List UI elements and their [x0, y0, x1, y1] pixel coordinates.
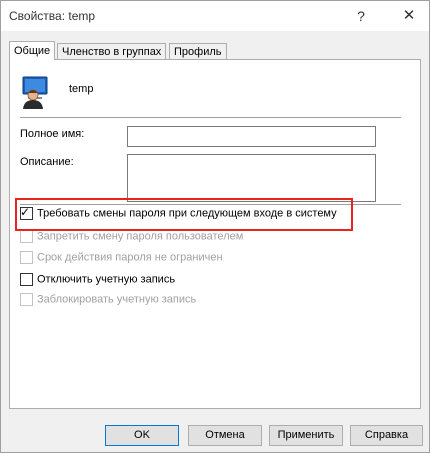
option-label: Требовать смены пароля при следующем вхо…: [37, 207, 337, 220]
description-label: Описание:: [20, 156, 74, 168]
divider: [20, 204, 401, 205]
description-field[interactable]: [127, 154, 376, 202]
divider: [20, 117, 401, 118]
option-password-never-expires: Срок действия пароля не ограничен: [20, 251, 223, 267]
password-never-expires-checkbox: [20, 251, 33, 264]
window-title: Свойства: temp: [9, 9, 96, 23]
option-disable-account[interactable]: Отключить учетную запись: [20, 273, 175, 289]
option-require-password-change[interactable]: ✓ Требовать смены пароля при следующем вх…: [20, 205, 337, 223]
help-icon[interactable]: ?: [349, 5, 373, 27]
close-icon[interactable]: ✕: [397, 5, 421, 27]
general-tab-panel: temp Полное имя: Описание: ✓ Требовать см…: [9, 59, 421, 409]
apply-button[interactable]: Применить: [269, 425, 343, 446]
title-bar: Свойства: temp ? ✕: [1, 1, 429, 31]
lock-account-checkbox: [20, 293, 33, 306]
user-name: temp: [69, 83, 94, 95]
user-account-icon: [22, 76, 48, 109]
ok-button[interactable]: OK: [105, 425, 179, 446]
option-lock-account: Заблокировать учетную запись: [20, 293, 196, 309]
properties-dialog: Свойства: temp ? ✕ Общие Членство в груп…: [0, 0, 430, 453]
option-prevent-password-change: Запретить смену пароля пользователем: [20, 230, 243, 246]
option-label: Отключить учетную запись: [37, 273, 176, 286]
disable-account-checkbox[interactable]: [20, 273, 33, 286]
option-label: Срок действия пароля не ограничен: [37, 251, 223, 264]
prevent-password-change-checkbox: [20, 230, 33, 243]
option-label: Запретить смену пароля пользователем: [37, 230, 244, 243]
option-label: Заблокировать учетную запись: [37, 293, 197, 306]
tab-group-membership[interactable]: Членство в группах: [57, 43, 167, 60]
tab-profile[interactable]: Профиль: [169, 43, 227, 60]
tab-general[interactable]: Общие: [9, 41, 56, 60]
require-password-change-checkbox[interactable]: ✓: [20, 205, 33, 220]
help-button[interactable]: Справка: [350, 425, 423, 446]
checkmark-icon: ✓: [20, 205, 31, 219]
full-name-label: Полное имя:: [20, 128, 85, 140]
cancel-button[interactable]: Отмена: [188, 425, 262, 446]
full-name-field[interactable]: [127, 126, 376, 147]
